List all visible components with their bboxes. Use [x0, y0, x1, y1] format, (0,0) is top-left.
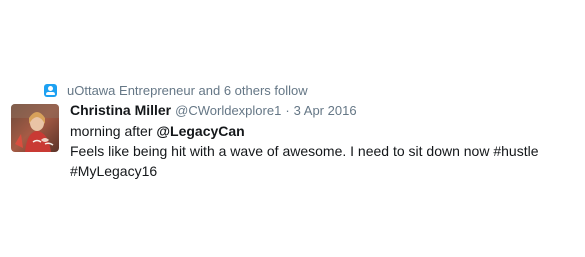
hashtag-link[interactable]: #MyLegacy16	[70, 163, 157, 179]
author-name[interactable]: Christina Miller	[70, 102, 171, 118]
tweet-card[interactable]: uOttawa Entrepreneur and 6 others follow	[0, 0, 585, 257]
mention-link[interactable]: @LegacyCan	[156, 123, 244, 139]
avatar-image	[11, 104, 59, 152]
tweet-timestamp[interactable]: 3 Apr 2016	[294, 103, 357, 118]
tweet-text: morning after @LegacyCan Feels like bein…	[70, 121, 575, 181]
avatar[interactable]	[11, 104, 59, 152]
social-context: uOttawa Entrepreneur and 6 others follow	[44, 82, 308, 98]
tweet-text-line: morning after @LegacyCan	[70, 121, 575, 141]
header-separator: ·	[285, 103, 290, 118]
follow-person-icon	[44, 83, 57, 97]
author-handle[interactable]: @CWorldexplore1	[175, 103, 281, 118]
tweet-text-segment: morning after	[70, 123, 157, 139]
tweet-text-segment: Feels like being hit with a wave of awes…	[70, 143, 494, 159]
tweet-header: Christina Miller @CWorldexplore1 · 3 Apr…	[70, 102, 575, 121]
tweet-text-line: #MyLegacy16	[70, 161, 575, 181]
tweet-content: Christina Miller @CWorldexplore1 · 3 Apr…	[70, 102, 575, 181]
social-context-text: uOttawa Entrepreneur and 6 others follow	[67, 82, 308, 98]
hashtag-link[interactable]: #hustle	[493, 143, 538, 159]
tweet-text-line: Feels like being hit with a wave of awes…	[70, 141, 575, 161]
